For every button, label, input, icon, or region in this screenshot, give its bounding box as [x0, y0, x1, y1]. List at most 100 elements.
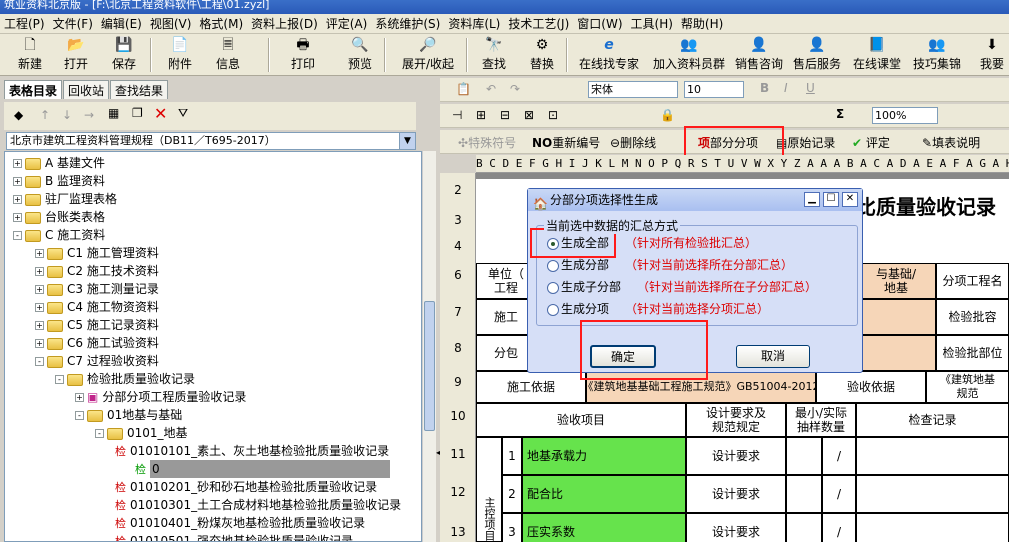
tab-catalog[interactable]: 表格目录	[4, 80, 63, 99]
toolbar-button-want[interactable]: ⬇ 我要	[972, 36, 1009, 74]
tab-recycle[interactable]: 回收站	[63, 80, 110, 99]
item-name[interactable]: 地基承载力	[522, 437, 686, 475]
menu-item-9[interactable]: 技术工艺(J)	[504, 15, 573, 32]
menu-item-8[interactable]: 资料库(L)	[444, 15, 504, 32]
row-number[interactable]: 6	[440, 268, 476, 282]
expand-icon[interactable]: +	[13, 195, 22, 204]
arrow-right-icon[interactable]: →	[84, 108, 94, 122]
row-number[interactable]: 7	[440, 305, 476, 319]
cancel-button[interactable]: 取消	[736, 345, 810, 368]
minimize-icon[interactable]: ▁	[804, 192, 820, 207]
tree-scrollbar[interactable]	[422, 151, 436, 542]
row-number[interactable]: 3	[440, 213, 476, 227]
copy-icon[interactable]: ❐	[132, 106, 143, 120]
row-number[interactable]: 10	[440, 409, 476, 423]
undo-icon[interactable]: ↶	[486, 82, 496, 96]
add-table-icon[interactable]: ▦	[108, 106, 119, 120]
font-size-select[interactable]: 10	[684, 81, 744, 98]
paste-icon[interactable]: 📋	[456, 82, 471, 96]
menu-item-0[interactable]: 工程(P)	[0, 15, 49, 32]
tree-node[interactable]: + C5 施工记录资料	[35, 316, 159, 334]
expand-icon[interactable]: +	[35, 339, 44, 348]
expand-icon[interactable]: +	[35, 267, 44, 276]
tree-node[interactable]: + C3 施工测量记录	[35, 280, 159, 298]
tree-node[interactable]: + C6 施工试验资料	[35, 334, 159, 352]
tree-node[interactable]: + 驻厂监理表格	[13, 190, 117, 208]
sum-icon[interactable]: Σ	[836, 107, 844, 121]
expand-icon[interactable]: +	[35, 321, 44, 330]
lock-icon[interactable]: 🔒	[660, 108, 675, 122]
cell-icon[interactable]: ⊞	[476, 108, 486, 122]
strikethrough-button[interactable]: ⊖删除线	[610, 134, 656, 151]
item-check-record[interactable]	[856, 513, 1009, 542]
redo-icon[interactable]: ↷	[510, 82, 520, 96]
arrow-left-icon[interactable]: ◆	[14, 108, 23, 122]
menu-item-6[interactable]: 评定(A)	[322, 15, 372, 32]
toolbar-button-tips[interactable]: 👥 技巧集锦	[908, 36, 966, 74]
tree-node[interactable]: 检 01010501_强夯地基检验批质量验收记录	[115, 532, 353, 541]
toolbar-button-expert[interactable]: e 在线找专家	[576, 36, 642, 74]
collapse-icon[interactable]: -	[13, 231, 22, 240]
spec-select[interactable]: 北京市建筑工程资料管理规程（DB11／T695-2017） ▼	[6, 132, 416, 150]
toolbar-button-sales[interactable]: 👤 销售咨询	[730, 36, 788, 74]
radio-option-3[interactable]: 生成分项	[547, 300, 609, 318]
split-icon[interactable]: ⊠	[524, 108, 534, 122]
original-record-button[interactable]: ▤原始记录	[776, 134, 835, 151]
arrow-up-icon[interactable]: ↑	[40, 108, 50, 122]
dialog-titlebar[interactable]: 🏠 分部分项选择性生成 ▁ ☐ ✕	[528, 189, 862, 211]
tab-search-result[interactable]: 查找结果	[110, 80, 169, 99]
expand-icon[interactable]: +	[13, 177, 22, 186]
tree-node[interactable]: + C4 施工物资资料	[35, 298, 159, 316]
item-sample-min[interactable]	[786, 475, 822, 513]
item-requirement[interactable]: 设计要求	[686, 437, 786, 475]
tree-node[interactable]: 检 01010201_砂和砂石地基检验批质量验收记录	[115, 478, 377, 496]
underline-icon[interactable]: U	[806, 81, 815, 95]
row-number[interactable]: 4	[440, 239, 476, 253]
radio-icon[interactable]	[547, 303, 559, 316]
menu-item-7[interactable]: 系统维护(S)	[371, 15, 444, 32]
toolbar-button-service[interactable]: 👤 售后服务	[788, 36, 846, 74]
item-sample-slash[interactable]: /	[822, 513, 856, 542]
tree-node[interactable]: + B 监理资料	[13, 172, 105, 190]
radio-icon[interactable]	[547, 281, 559, 294]
item-requirement[interactable]: 设计要求	[686, 513, 786, 542]
zoom-select[interactable]: 100%	[872, 107, 938, 124]
maximize-icon[interactable]: ☐	[823, 192, 839, 207]
item-sample-slash[interactable]: /	[822, 475, 856, 513]
tree-node[interactable]: 检 01010301_土工合成材料地基检验批质量验收记录	[115, 496, 401, 514]
radio-option-1[interactable]: 生成分部	[547, 256, 609, 274]
row-number[interactable]: 12	[440, 485, 476, 499]
tree-node[interactable]: + A 基建文件	[13, 154, 105, 172]
menu-item-2[interactable]: 编辑(E)	[97, 15, 146, 32]
row-number[interactable]: 8	[440, 341, 476, 355]
toolbar-button-save[interactable]: 💾 保存	[104, 36, 144, 74]
expand-icon[interactable]: +	[13, 159, 22, 168]
menu-item-10[interactable]: 窗口(W)	[573, 15, 626, 32]
expand-icon[interactable]: +	[35, 285, 44, 294]
expand-icon[interactable]: +	[13, 213, 22, 222]
toolbar-button-attach[interactable]: 📄 附件	[160, 36, 200, 74]
font-select[interactable]: 宋体	[588, 81, 678, 98]
collapse-icon[interactable]: -	[95, 429, 104, 438]
align-icon[interactable]: ⊣	[452, 108, 462, 122]
close-icon[interactable]: ✕	[842, 192, 858, 207]
menu-item-3[interactable]: 视图(V)	[146, 15, 196, 32]
evaluate-button[interactable]: ✔ 评定	[852, 134, 890, 151]
menu-item-1[interactable]: 文件(F)	[49, 15, 97, 32]
foundation-cell[interactable]: 与基础/地基	[856, 263, 936, 299]
subcontract-value[interactable]	[856, 335, 936, 371]
item-check-record[interactable]	[856, 475, 1009, 513]
toolbar-button-open[interactable]: 📂 打开	[56, 36, 96, 74]
menu-item-4[interactable]: 格式(M)	[195, 15, 247, 32]
toolbar-button-class[interactable]: 📘 在线课堂	[848, 36, 906, 74]
toolbar-button-preview[interactable]: 🔍 预览	[340, 36, 380, 74]
tree-node[interactable]: 检0	[135, 460, 390, 478]
toolbar-button-find[interactable]: 🔭 查找	[474, 36, 514, 74]
toolbar-button-replace[interactable]: ⚙ 替换	[522, 36, 562, 74]
table-icon[interactable]: ⊡	[548, 108, 558, 122]
expand-icon[interactable]: +	[75, 393, 84, 402]
item-sample-min[interactable]	[786, 437, 822, 475]
expand-icon[interactable]: +	[35, 249, 44, 258]
delete-icon[interactable]: ✕	[154, 104, 167, 123]
item-check-record[interactable]	[856, 437, 1009, 475]
